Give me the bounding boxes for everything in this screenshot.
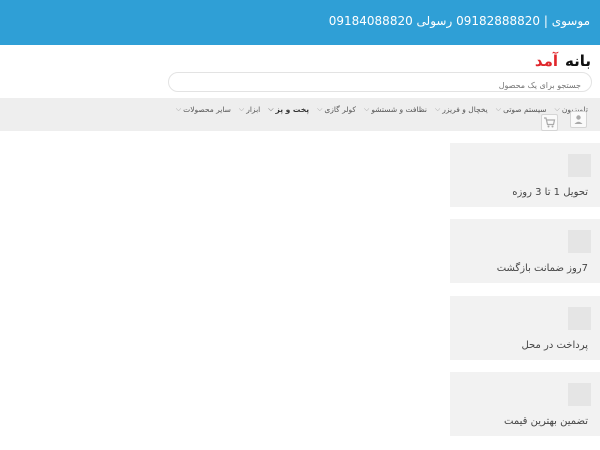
chevron-down-icon: ⌵ [434,105,441,113]
price-icon [568,383,591,406]
feature-card-delivery: تحویل 1 تا 3 روزه [450,143,600,207]
cart-button[interactable] [541,114,558,131]
return-icon [568,230,591,253]
nav-item-tools[interactable]: ابزار ⌵ [239,105,260,114]
nav-item-label: نظافت و شستشو [371,105,427,114]
logo-text-red: آمد [535,52,559,70]
site-logo[interactable]: بانه آمد [530,49,592,71]
chevron-down-icon: ⌵ [364,105,370,113]
logo-text-dark: بانه [565,52,591,70]
top-contact-bar: 09184088820 موسوی | 09182888820 رسولی [0,0,600,45]
chevron-down-icon: ⌵ [495,105,502,113]
feature-label: تحویل 1 تا 3 روزه [512,187,588,198]
nav-item-fridge[interactable]: یخچال و فریزر ⌵ [435,105,488,114]
user-account-button[interactable] [570,111,587,128]
nav-item-audio[interactable]: سیستم صوتی ⌵ [496,105,547,114]
nav-item-label: کولر گازی [324,105,356,114]
nav-item-other[interactable]: سایر محصولات ⌵ [176,105,231,114]
nav-item-cleaning[interactable]: نظافت و شستشو ⌵ [364,105,427,114]
chevron-down-icon: ⌵ [554,105,560,113]
feature-label: تضمین بهترین قیمت [504,416,588,427]
contact-phones: 09184088820 موسوی | 09182888820 رسولی [328,14,590,28]
search-input[interactable] [169,76,591,95]
feature-label: 7روز ضمانت بازگشت [496,263,588,274]
feature-card-price: تضمین بهترین قیمت [450,372,600,436]
chevron-down-icon: ⌵ [175,105,182,113]
chevron-down-icon: ⌵ [268,105,274,113]
nav-item-aircon[interactable]: کولر گازی ⌵ [317,105,356,114]
main-menu: تلویزیون ⌵ سیستم صوتی ⌵ یخچال و فریزر ⌵ نظا… [176,105,588,114]
feature-label: پرداخت در محل [521,340,588,351]
nav-item-cooking[interactable]: پخت و پز ⌵ [268,105,309,114]
feature-card-payment: پرداخت در محل [450,296,600,360]
nav-item-label: سایر محصولات [183,105,231,114]
chevron-down-icon: ⌵ [238,105,245,113]
user-icon [574,115,583,124]
chevron-down-icon: ⌵ [317,105,323,113]
search-box[interactable] [168,72,592,95]
nav-item-label: یخچال و فریزر [442,105,488,114]
payment-icon [568,307,591,330]
nav-item-label: ابزار [246,105,261,114]
nav-item-label: پخت و پز [275,105,310,114]
feature-card-return: 7روز ضمانت بازگشت [450,219,600,283]
nav-item-label: سیستم صوتی [503,105,547,114]
main-navbar: تلویزیون ⌵ سیستم صوتی ⌵ یخچال و فریزر ⌵ نظا… [0,98,600,131]
cart-icon [544,117,556,128]
delivery-icon [568,154,591,177]
